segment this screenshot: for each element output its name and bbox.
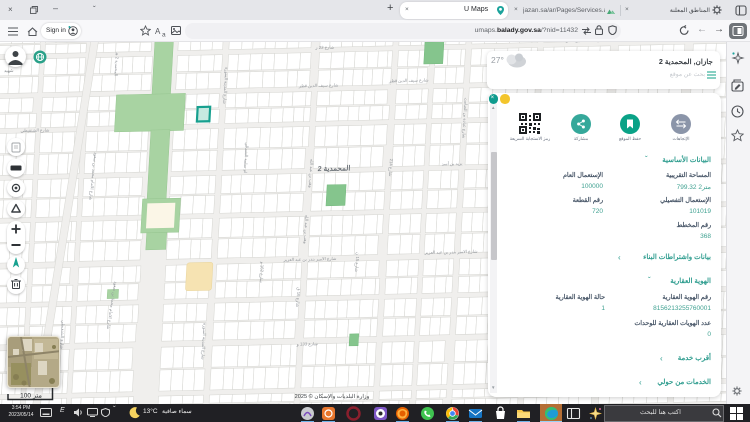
svg-text:a: a: [162, 31, 166, 37]
svg-text:شارع 214: شارع 214: [388, 159, 394, 177]
svg-text:100 متر: 100 متر: [20, 393, 42, 400]
svg-text:شارع الشنقيطي: شارع الشنقيطي: [21, 127, 51, 133]
svg-text:شارع سيف الدين قطز: شارع سيف الدين قطز: [388, 77, 429, 83]
svg-text:شارع سيف الدين قطز: شارع سيف الدين قطز: [298, 82, 339, 88]
svg-text:يزيد بن أسد: يزيد بن أسد: [442, 160, 463, 166]
svg-text:المحمدية 2: المحمدية 2: [317, 163, 350, 173]
svg-text:شارع 23 ز: شارع 23 ز: [314, 45, 334, 50]
svg-text:شارع 133 و: شارع 133 و: [296, 341, 319, 347]
svg-text:وزارة البلديات والإسكان © 2025: وزارة البلديات والإسكان © 2025: [295, 393, 370, 400]
svg-text:A: A: [155, 27, 161, 36]
